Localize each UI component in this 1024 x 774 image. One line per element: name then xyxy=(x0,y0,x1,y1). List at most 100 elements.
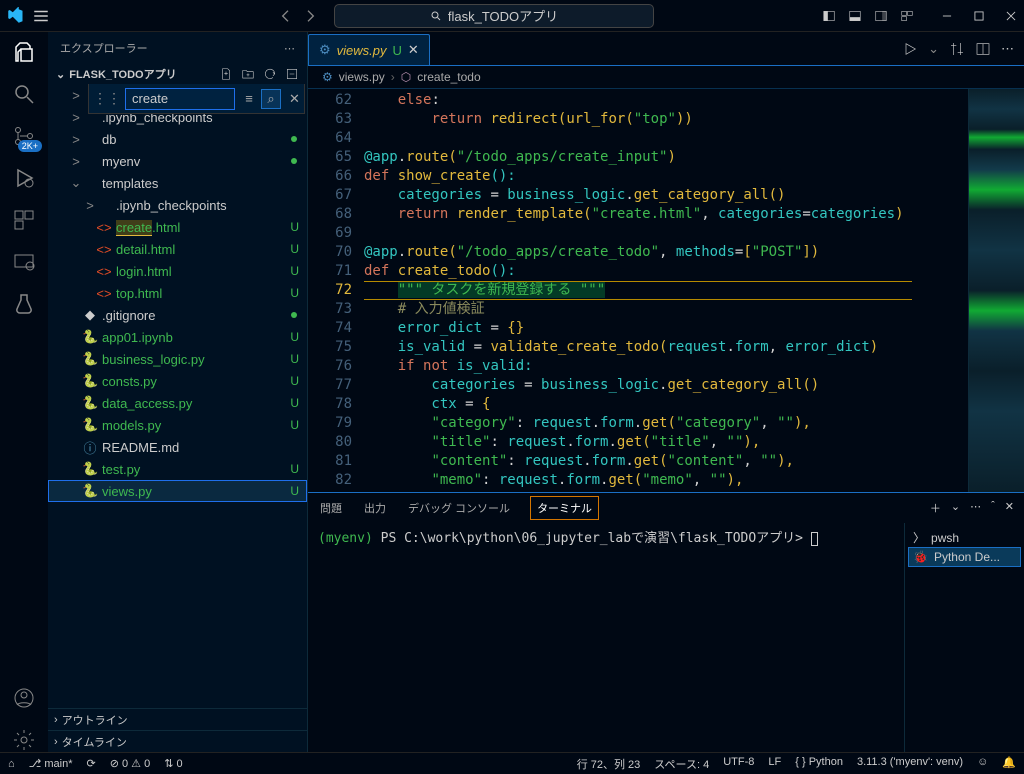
problems-tab[interactable]: 問題 xyxy=(318,496,344,520)
explorer-activity[interactable] xyxy=(12,40,36,64)
html-icon: <> xyxy=(96,242,112,257)
file-row[interactable]: <>login.htmlU xyxy=(48,260,307,282)
file-row[interactable]: 🐍views.pyU xyxy=(48,480,307,502)
encoding-status[interactable]: UTF-8 xyxy=(723,756,754,772)
testing-activity[interactable] xyxy=(12,292,36,316)
find-input[interactable] xyxy=(125,88,235,110)
remote-status[interactable]: ⌂ xyxy=(8,758,15,770)
py-icon: 🐍 xyxy=(82,351,98,367)
editor[interactable]: 6263646566676869707172737475767778798081… xyxy=(308,88,1024,492)
folder-row[interactable]: >.ipynb_checkpoints xyxy=(48,194,307,216)
feedback-icon[interactable]: ☺ xyxy=(977,756,988,772)
nav-back-icon[interactable] xyxy=(278,8,294,24)
search-activity[interactable] xyxy=(12,82,36,106)
file-name: data_access.py xyxy=(102,396,192,411)
activity-bar: 2K+ xyxy=(0,32,48,752)
file-row[interactable]: 🐍test.pyU xyxy=(48,458,307,480)
file-name: .gitignore xyxy=(102,308,155,323)
new-file-icon[interactable] xyxy=(219,67,233,81)
customize-layout-icon[interactable] xyxy=(900,9,914,23)
folder-row[interactable]: ⌄templates xyxy=(48,172,307,194)
project-header[interactable]: ⌄ FLASK_TODOアプリ xyxy=(48,64,307,84)
file-name: app01.ipynb xyxy=(102,330,173,345)
panel-maximize-icon[interactable]: ˆ xyxy=(991,500,995,516)
timeline-section[interactable]: ›タイムライン xyxy=(48,730,307,752)
breadcrumb[interactable]: ⚙ views.py › ⬡ create_todo xyxy=(308,66,1024,88)
menu-icon[interactable] xyxy=(32,7,50,25)
file-row[interactable]: 🐍consts.pyU xyxy=(48,370,307,392)
sidebar-more-icon[interactable]: ⋯ xyxy=(284,42,295,55)
git-badge: U xyxy=(290,352,299,366)
file-name: db xyxy=(102,132,116,147)
layout-left-icon[interactable] xyxy=(822,9,836,23)
panel-close-icon[interactable]: ✕ xyxy=(1005,500,1014,516)
fuzzy-icon[interactable]: ⌕ xyxy=(261,89,281,109)
accounts-activity[interactable] xyxy=(12,686,36,710)
file-row[interactable]: ⓘREADME.md xyxy=(48,436,307,458)
folder-row[interactable]: >myenv xyxy=(48,150,307,172)
grip-icon[interactable]: ⋮⋮ xyxy=(93,90,121,107)
terminal-item-pwsh[interactable]: 〉 pwsh xyxy=(909,527,1020,548)
terminal-item-python[interactable]: 🐞 Python De... xyxy=(909,548,1020,566)
ports-status[interactable]: ⇅ 0 xyxy=(164,757,182,770)
notifications-icon[interactable]: 🔔 xyxy=(1002,756,1016,772)
errors-status[interactable]: ⊘ 0 ⚠ 0 xyxy=(110,757,150,770)
close-icon[interactable] xyxy=(1004,9,1018,23)
file-row[interactable]: <>create.htmlU xyxy=(48,216,307,238)
sync-status[interactable]: ⟳ xyxy=(87,757,96,770)
file-row[interactable]: 🐍data_access.pyU xyxy=(48,392,307,414)
find-close-icon[interactable]: ✕ xyxy=(289,91,300,107)
collapse-icon[interactable] xyxy=(285,67,299,81)
source-control-activity[interactable]: 2K+ xyxy=(12,124,36,148)
nav-forward-icon[interactable] xyxy=(302,8,318,24)
git-dot xyxy=(291,158,297,164)
cursor-position[interactable]: 行 72、列 23 xyxy=(577,756,641,772)
settings-activity[interactable] xyxy=(12,728,36,752)
file-row[interactable]: ◆.gitignore xyxy=(48,304,307,326)
command-center[interactable]: flask_TODOアプリ xyxy=(334,4,654,28)
terminal-content[interactable]: (myenv) PS C:\work\python\06_jupyter_lab… xyxy=(308,523,904,752)
filter-icon[interactable]: ≡ xyxy=(239,89,259,109)
remote-activity[interactable] xyxy=(12,250,36,274)
eol-status[interactable]: LF xyxy=(768,756,781,772)
panel-more-icon[interactable]: ⋯ xyxy=(970,500,981,516)
outline-section[interactable]: ›アウトライン xyxy=(48,708,307,730)
code-area[interactable]: else: return redirect(url_for("top")) @a… xyxy=(364,89,968,492)
lang-status[interactable]: { } Python xyxy=(795,756,843,772)
new-terminal-icon[interactable]: ＋ xyxy=(930,500,941,516)
split-icon[interactable] xyxy=(975,41,991,57)
terminal-tab[interactable]: ターミナル xyxy=(530,496,599,520)
new-folder-icon[interactable] xyxy=(241,67,255,81)
git-badge: U xyxy=(290,396,299,410)
terminal-dropdown-icon[interactable]: ⌄ xyxy=(951,500,960,516)
file-row[interactable]: <>top.htmlU xyxy=(48,282,307,304)
more-icon[interactable]: ⋯ xyxy=(1001,41,1014,57)
file-row[interactable]: <>detail.htmlU xyxy=(48,238,307,260)
file-name: business_logic.py xyxy=(102,352,205,367)
file-row[interactable]: 🐍models.pyU xyxy=(48,414,307,436)
terminal-icon: 〉 xyxy=(913,529,925,546)
output-tab[interactable]: 出力 xyxy=(362,496,388,520)
file-row[interactable]: 🐍 business_logic.py U xyxy=(48,348,307,370)
folder-row[interactable]: >db xyxy=(48,128,307,150)
extensions-activity[interactable] xyxy=(12,208,36,232)
minimap[interactable] xyxy=(968,89,1024,492)
tab-views-py[interactable]: ⚙ views.py U ✕ xyxy=(308,34,430,65)
python-env-status[interactable]: 3.11.3 ('myenv': venv) xyxy=(857,756,963,772)
branch-status[interactable]: ⎇ main* xyxy=(29,757,73,770)
run-debug-activity[interactable] xyxy=(12,166,36,190)
tree-find-widget: ⋮⋮ ≡ ⌕ ✕ xyxy=(88,84,305,114)
run-icon[interactable] xyxy=(902,41,918,57)
refresh-icon[interactable] xyxy=(263,67,277,81)
indent-status[interactable]: スペース: 4 xyxy=(654,756,709,772)
file-name: detail.html xyxy=(116,242,175,257)
tab-close-icon[interactable]: ✕ xyxy=(408,42,419,58)
debug-console-tab[interactable]: デバッグ コンソール xyxy=(406,496,512,520)
diff-icon[interactable] xyxy=(949,41,965,57)
layout-bottom-icon[interactable] xyxy=(848,9,862,23)
maximize-icon[interactable] xyxy=(972,9,986,23)
file-row[interactable]: 🐍app01.ipynbU xyxy=(48,326,307,348)
py-icon: 🐍 xyxy=(82,461,98,477)
minimize-icon[interactable] xyxy=(940,9,954,23)
layout-right-icon[interactable] xyxy=(874,9,888,23)
